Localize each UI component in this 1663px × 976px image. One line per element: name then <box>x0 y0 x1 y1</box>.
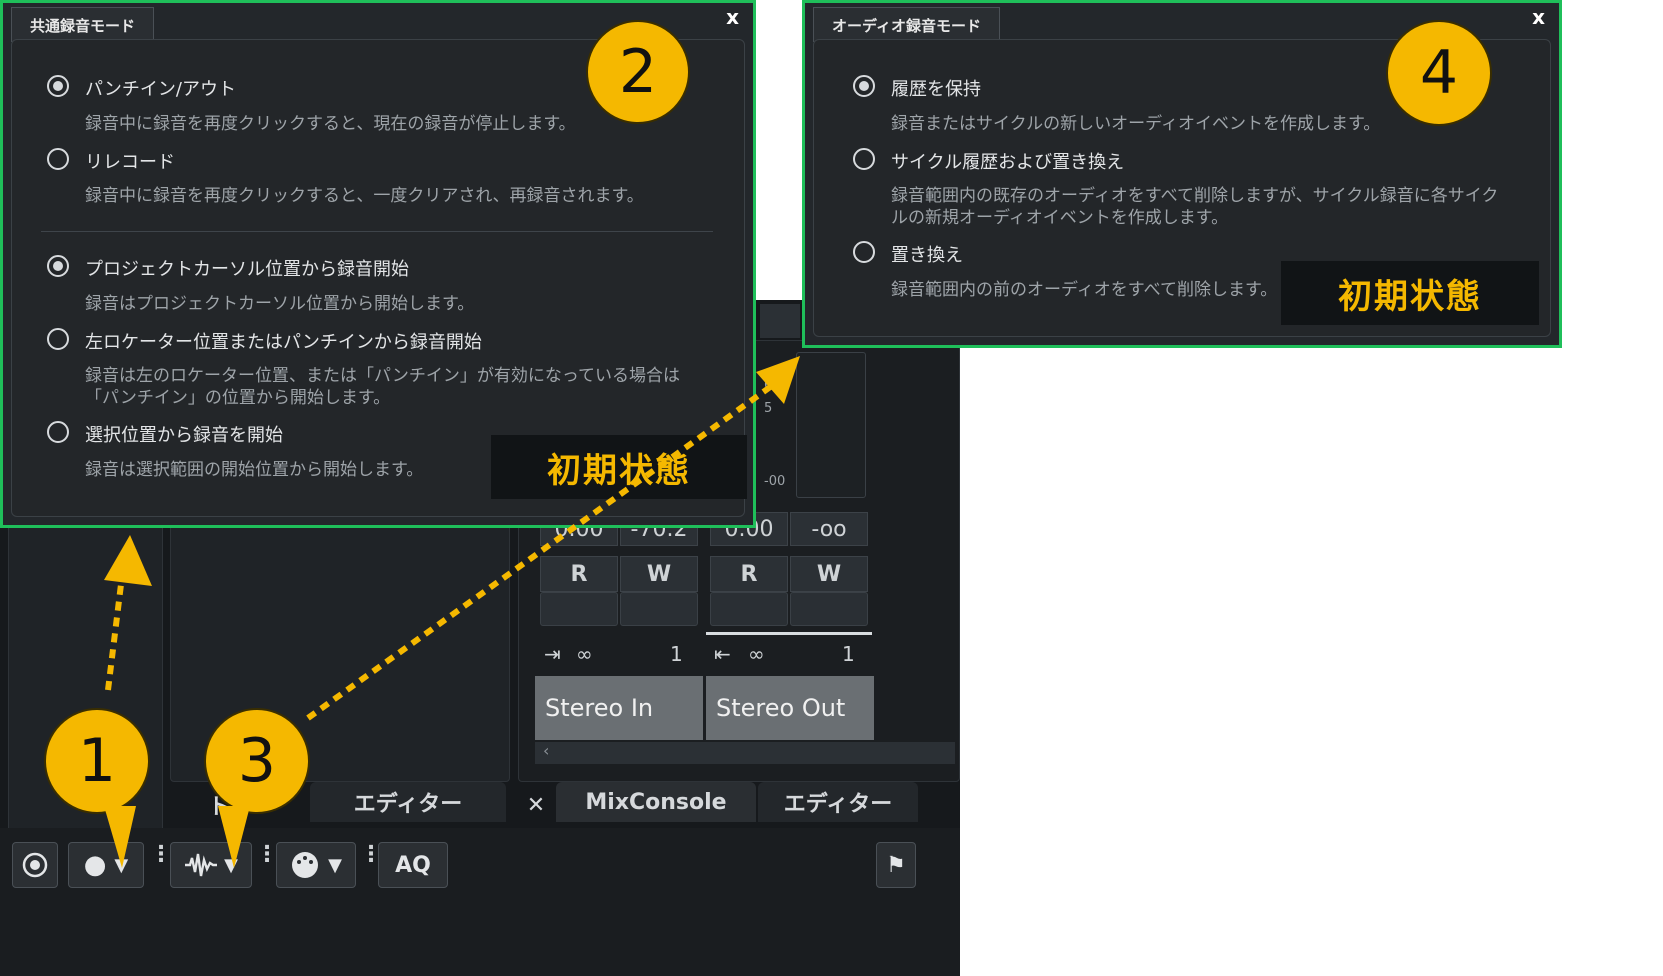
badge-tails <box>104 806 250 868</box>
pointer-icon <box>104 806 136 868</box>
pointer-icon <box>218 806 250 868</box>
